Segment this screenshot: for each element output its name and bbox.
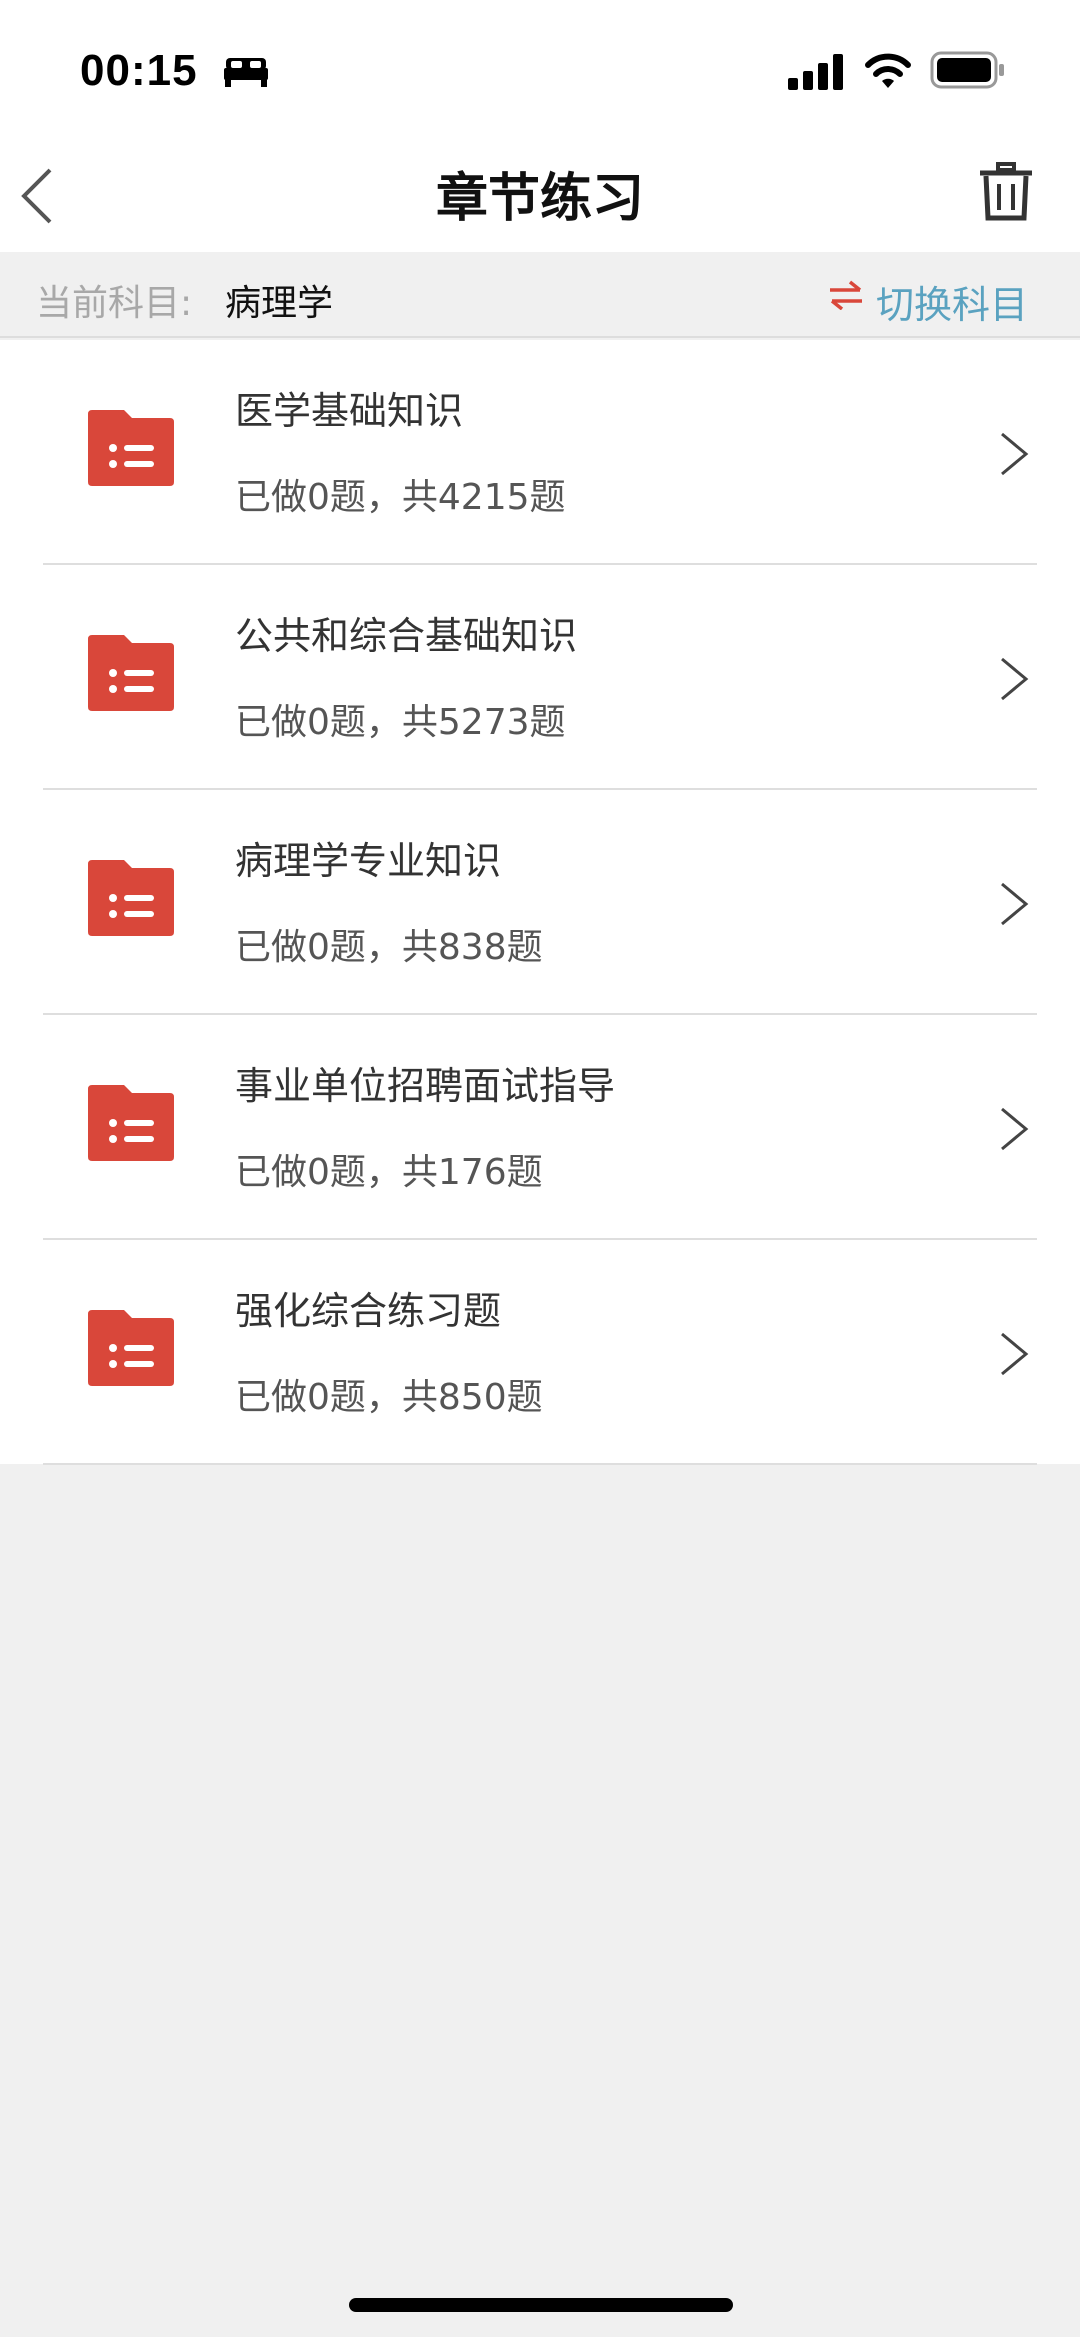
chapter-progress: 已做0题，共176题 bbox=[235, 1152, 543, 1193]
signal-icon bbox=[788, 54, 843, 90]
wifi-icon bbox=[865, 53, 911, 88]
chapter-title: 公共和综合基础知识 bbox=[235, 614, 578, 658]
chapter-title: 事业单位招聘面试指导 bbox=[235, 1064, 616, 1108]
divider bbox=[43, 1463, 1037, 1465]
chapter-item[interactable]: 病理学专业知识 已做0题，共838题 bbox=[0, 790, 1080, 1015]
switch-arrows-icon[interactable] bbox=[828, 280, 864, 310]
chevron-right-icon bbox=[1001, 882, 1029, 926]
battery-icon bbox=[930, 51, 1004, 89]
switch-subject-button[interactable]: 切换科目 bbox=[876, 274, 1028, 329]
chapter-title: 病理学专业知识 bbox=[235, 839, 502, 883]
top-area: 00:15 章节练习 bbox=[0, 0, 1080, 252]
home-indicator[interactable] bbox=[349, 2298, 733, 2312]
folder-list-icon bbox=[88, 860, 174, 936]
folder-list-icon bbox=[88, 635, 174, 711]
chapter-item[interactable]: 强化综合练习题 已做0题，共850题 bbox=[0, 1240, 1080, 1465]
chapter-title: 强化综合练习题 bbox=[235, 1289, 502, 1333]
folder-list-icon bbox=[88, 1310, 174, 1386]
sleep-mode-icon bbox=[224, 58, 268, 87]
chapter-item[interactable]: 事业单位招聘面试指导 已做0题，共176题 bbox=[0, 1015, 1080, 1240]
chapter-progress: 已做0题，共838题 bbox=[235, 927, 543, 968]
folder-list-icon bbox=[88, 1085, 174, 1161]
chapter-progress: 已做0题，共850题 bbox=[235, 1377, 543, 1418]
chapter-item[interactable]: 医学基础知识 已做0题，共4215题 bbox=[0, 340, 1080, 565]
chapter-progress: 已做0题，共4215题 bbox=[235, 477, 566, 518]
folder-list-icon bbox=[88, 410, 174, 486]
chevron-right-icon bbox=[1001, 1332, 1029, 1376]
subject-value: 病理学 bbox=[225, 283, 334, 324]
chapter-item[interactable]: 公共和综合基础知识 已做0题，共5273题 bbox=[0, 565, 1080, 790]
trash-icon[interactable] bbox=[978, 162, 1034, 222]
chapter-title: 医学基础知识 bbox=[235, 389, 464, 433]
chevron-right-icon bbox=[1001, 432, 1029, 476]
chevron-right-icon bbox=[1001, 1107, 1029, 1151]
chapter-list: 医学基础知识 已做0题，共4215题 公共和综合基础知识 已做0题，共5273题 bbox=[0, 340, 1080, 1465]
chapter-progress: 已做0题，共5273题 bbox=[235, 702, 566, 743]
chevron-right-icon bbox=[1001, 657, 1029, 701]
page-title: 章节练习 bbox=[435, 169, 644, 229]
subject-label: 当前科目: bbox=[36, 283, 193, 324]
status-time: 00:15 bbox=[80, 46, 198, 95]
